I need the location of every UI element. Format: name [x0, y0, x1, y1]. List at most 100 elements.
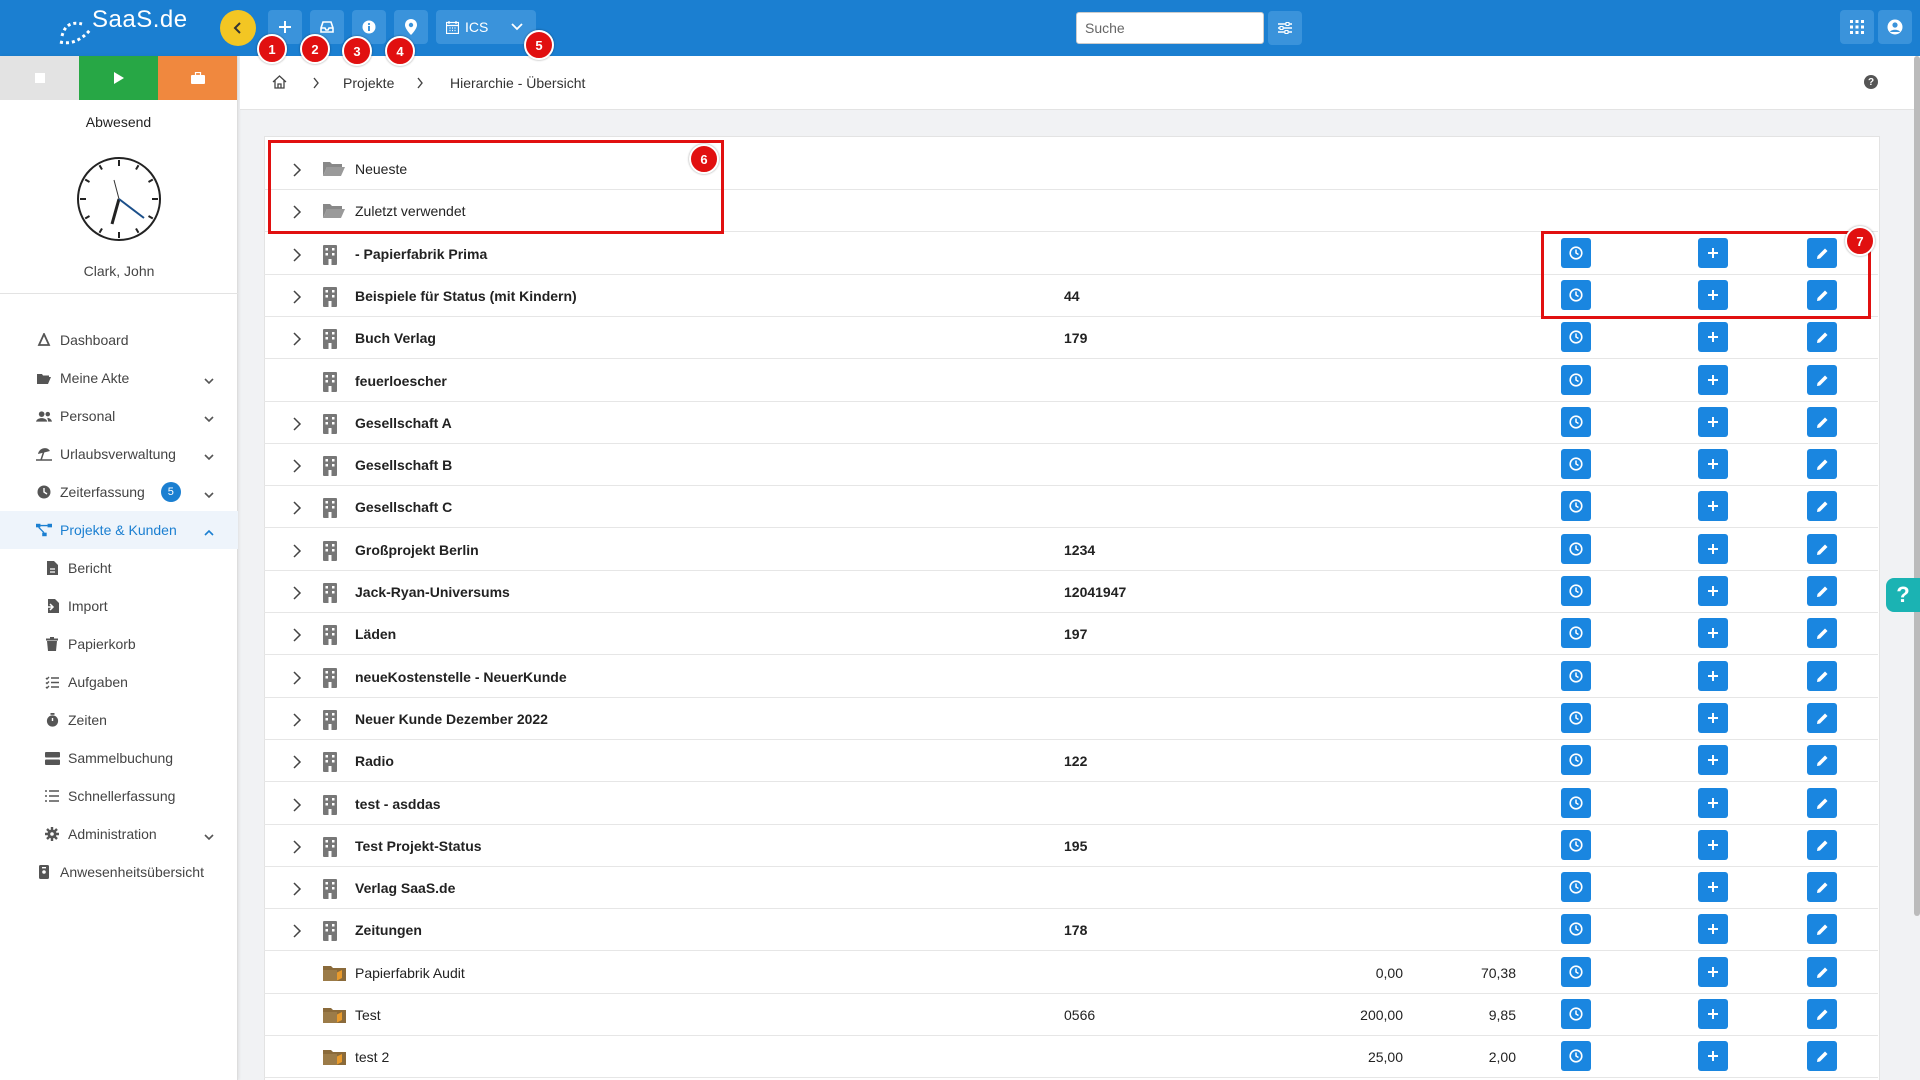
chevron-right-icon[interactable] [292, 290, 302, 307]
item-name[interactable]: neueKostenstelle - NeuerKunde [355, 669, 567, 685]
list-item[interactable]: Buch Verlag 179 [264, 317, 1878, 359]
item-name[interactable]: test 2 [355, 1049, 389, 1065]
item-name[interactable]: Beispiele für Status (mit Kindern) [355, 288, 577, 304]
item-name[interactable]: Radio [355, 753, 394, 769]
item-name[interactable]: Läden [355, 626, 396, 642]
search-input[interactable] [1076, 12, 1264, 44]
chevron-right-icon[interactable] [292, 924, 302, 941]
edit-button[interactable] [1807, 703, 1837, 733]
page-help-icon[interactable]: ? [1864, 75, 1878, 89]
sidebar-item-zeiten[interactable]: Zeiten [0, 701, 238, 739]
item-name[interactable]: Test Projekt-Status [355, 838, 482, 854]
add-child-button[interactable] [1698, 999, 1728, 1029]
time-entry-button[interactable] [1561, 914, 1591, 944]
item-name[interactable]: - Papierfabrik Prima [355, 246, 487, 262]
chevron-right-icon[interactable] [292, 882, 302, 899]
chevron-right-icon[interactable] [292, 332, 302, 349]
list-item[interactable]: Radio 122 [264, 740, 1878, 782]
add-child-button[interactable] [1698, 957, 1728, 987]
time-entry-button[interactable] [1561, 872, 1591, 902]
edit-button[interactable] [1807, 661, 1837, 691]
add-child-button[interactable] [1698, 830, 1728, 860]
time-entry-button[interactable] [1561, 661, 1591, 691]
chevron-right-icon[interactable] [292, 417, 302, 434]
item-name[interactable]: Test [355, 1007, 381, 1023]
item-name[interactable]: Großprojekt Berlin [355, 542, 479, 558]
edit-button[interactable] [1807, 491, 1837, 521]
list-item[interactable]: Gesellschaft A [264, 402, 1878, 444]
edit-button[interactable] [1807, 322, 1837, 352]
time-entry-button[interactable] [1561, 322, 1591, 352]
sidebar-item-anwesenheitsübersicht[interactable]: Anwesenheitsübersicht [0, 853, 238, 891]
chevron-right-icon[interactable] [292, 248, 302, 265]
time-entry-button[interactable] [1561, 1041, 1591, 1071]
item-name[interactable]: Gesellschaft B [355, 457, 452, 473]
list-item[interactable]: Läden 197 [264, 613, 1878, 655]
sidebar-item-sammelbuchung[interactable]: Sammelbuchung [0, 739, 238, 777]
list-item[interactable]: Großprojekt Berlin 1234 [264, 529, 1878, 571]
list-item[interactable]: Jack-Ryan-Universums 12041947 [264, 571, 1878, 613]
time-entry-button[interactable] [1561, 745, 1591, 775]
chevron-right-icon[interactable] [292, 628, 302, 645]
sidebar-item-bericht[interactable]: Bericht [0, 549, 238, 587]
edit-button[interactable] [1807, 1041, 1837, 1071]
page-scrollbar[interactable] [1914, 56, 1920, 916]
time-entry-button[interactable] [1561, 788, 1591, 818]
add-child-button[interactable] [1698, 788, 1728, 818]
add-child-button[interactable] [1698, 745, 1728, 775]
list-item[interactable]: Zeitungen 178 [264, 909, 1878, 951]
item-name[interactable]: Neuer Kunde Dezember 2022 [355, 711, 548, 727]
list-item[interactable]: test 2 25,00 2,00 [264, 1036, 1878, 1078]
list-item[interactable]: neueKostenstelle - NeuerKunde [264, 656, 1878, 698]
add-child-button[interactable] [1698, 407, 1728, 437]
break-button[interactable] [158, 56, 237, 100]
floating-help-button[interactable]: ? [1886, 578, 1920, 612]
chevron-right-icon[interactable] [292, 755, 302, 772]
logo[interactable]: SaaS.de [58, 6, 198, 50]
sidebar-item-papierkorb[interactable]: Papierkorb [0, 625, 238, 663]
add-child-button[interactable] [1698, 914, 1728, 944]
item-name[interactable]: Papierfabrik Audit [355, 965, 465, 981]
sidebar-item-dashboard[interactable]: Dashboard [0, 321, 238, 359]
sidebar-item-zeiterfassung[interactable]: Zeiterfassung 5 [0, 473, 238, 511]
toggle-sidebar-button[interactable] [220, 10, 256, 46]
edit-button[interactable] [1807, 830, 1837, 860]
stop-button[interactable] [0, 56, 79, 100]
time-entry-button[interactable] [1561, 576, 1591, 606]
add-child-button[interactable] [1698, 661, 1728, 691]
add-child-button[interactable] [1698, 365, 1728, 395]
time-entry-button[interactable] [1561, 449, 1591, 479]
sidebar-item-schnellerfassung[interactable]: Schnellerfassung [0, 777, 238, 815]
chevron-right-icon[interactable] [292, 544, 302, 561]
home-icon[interactable] [272, 75, 287, 89]
edit-button[interactable] [1807, 872, 1837, 902]
list-item[interactable]: Papierfabrik Audit 0,00 70,38 [264, 952, 1878, 994]
add-child-button[interactable] [1698, 1041, 1728, 1071]
add-child-button[interactable] [1698, 322, 1728, 352]
item-name[interactable]: test - asddas [355, 796, 441, 812]
time-entry-button[interactable] [1561, 957, 1591, 987]
time-entry-button[interactable] [1561, 999, 1591, 1029]
sidebar-item-aufgaben[interactable]: Aufgaben [0, 663, 238, 701]
add-child-button[interactable] [1698, 491, 1728, 521]
list-item[interactable]: Gesellschaft C [264, 486, 1878, 528]
add-child-button[interactable] [1698, 449, 1728, 479]
edit-button[interactable] [1807, 788, 1837, 818]
time-entry-button[interactable] [1561, 491, 1591, 521]
item-name[interactable]: feuerloescher [355, 373, 447, 389]
item-name[interactable]: Gesellschaft C [355, 499, 452, 515]
add-child-button[interactable] [1698, 872, 1728, 902]
add-child-button[interactable] [1698, 534, 1728, 564]
add-child-button[interactable] [1698, 703, 1728, 733]
item-name[interactable]: Gesellschaft A [355, 415, 452, 431]
breadcrumb-projekte[interactable]: Projekte [343, 75, 394, 91]
time-entry-button[interactable] [1561, 618, 1591, 648]
list-item[interactable]: Gesellschaft B [264, 444, 1878, 486]
chevron-right-icon[interactable] [292, 798, 302, 815]
sidebar-item-urlaubsverwaltung[interactable]: Urlaubsverwaltung [0, 435, 238, 473]
chevron-right-icon[interactable] [292, 713, 302, 730]
ics-calendar-button[interactable]: ICS [436, 10, 536, 44]
user-account-button[interactable] [1878, 10, 1912, 44]
edit-button[interactable] [1807, 999, 1837, 1029]
edit-button[interactable] [1807, 618, 1837, 648]
